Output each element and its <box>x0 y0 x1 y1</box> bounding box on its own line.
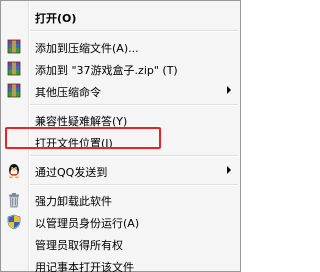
submenu-arrow-icon <box>227 86 231 94</box>
menu-item-open[interactable]: 打开(O) <box>1 6 240 27</box>
menu-item-label: 通过QQ发送到 <box>35 166 108 179</box>
menu-item-add-to-archive[interactable]: 添加到压缩文件(A)... <box>1 36 240 57</box>
menu-item-label: 添加到 "37游戏盒子.zip" (T) <box>35 64 178 77</box>
menu-item-add-to-zip[interactable]: 添加到 "37游戏盒子.zip" (T) <box>1 58 240 79</box>
menu-item-run-as-admin[interactable]: 以管理员身份运行(A) <box>1 211 240 232</box>
menu-item-label: 强力卸载此软件 <box>35 195 112 208</box>
uac-shield-icon <box>7 214 21 230</box>
menu-item-take-ownership[interactable]: 管理员取得所有权 <box>1 233 240 254</box>
menu-separator <box>30 30 238 32</box>
menu-item-open-with-notepad[interactable]: 用记事本打开该文件 <box>1 255 240 272</box>
context-menu: 打开(O) 添加到压缩文件(A)... 添加到 "37游戏盒子.zip" (T) <box>0 0 241 272</box>
submenu-arrow-icon <box>227 166 231 174</box>
menu-item-other-compression[interactable]: 其他压缩命令 <box>1 80 240 101</box>
menu-separator <box>30 184 238 186</box>
winrar-archive-icon <box>7 61 21 76</box>
winrar-archive-icon <box>7 39 21 54</box>
trash-bin-icon <box>9 193 19 208</box>
menu-item-label: 用记事本打开该文件 <box>35 261 134 272</box>
menu-separator <box>30 104 238 106</box>
menu-item-label: 打开(O) <box>35 12 77 25</box>
menu-item-send-via-qq[interactable]: 通过QQ发送到 <box>1 160 240 181</box>
menu-item-label: 其他压缩命令 <box>35 86 101 99</box>
menu-item-label: 添加到压缩文件(A)... <box>35 42 139 55</box>
menu-item-label: 以管理员身份运行(A) <box>35 217 140 230</box>
winrar-archive-icon <box>7 83 21 98</box>
highlight-annotation-box <box>5 127 161 149</box>
menu-separator <box>30 155 238 157</box>
menu-item-force-uninstall[interactable]: 强力卸载此软件 <box>1 189 240 210</box>
qq-penguin-icon <box>9 164 19 179</box>
menu-item-label: 管理员取得所有权 <box>35 239 123 252</box>
